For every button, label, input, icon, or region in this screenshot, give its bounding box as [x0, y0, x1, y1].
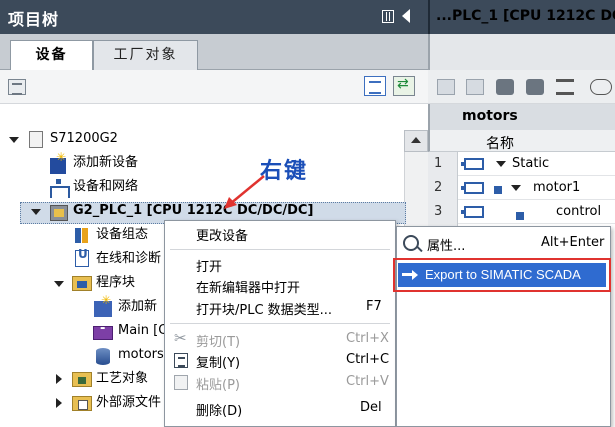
- menu-item-paste[interactable]: 粘贴(P): [196, 374, 240, 393]
- bool-icon: [516, 212, 524, 220]
- tree-item-motors[interactable]: motors: [118, 343, 164, 367]
- expand-external-sources-icon[interactable]: [54, 391, 66, 415]
- submenu: [396, 226, 611, 427]
- menu-item-export-label: Export to SIMATIC SCADA: [425, 267, 581, 282]
- cut-icon: [174, 329, 190, 348]
- program-blocks-folder-icon: [72, 276, 92, 291]
- tree-item-online-diag[interactable]: 在线和诊断: [96, 247, 161, 271]
- list-icon[interactable]: [556, 79, 574, 95]
- paste-icon: [174, 375, 188, 390]
- tree-item-program-blocks[interactable]: 程序块: [96, 271, 135, 295]
- scroll-up-button[interactable]: [404, 130, 428, 152]
- static-label: Static: [512, 156, 550, 171]
- block-title: motors: [462, 108, 518, 124]
- menu-item-properties[interactable]: 属性...: [427, 235, 465, 254]
- tree-item-main[interactable]: Main [O: [118, 319, 168, 343]
- project-icon: [29, 131, 43, 148]
- expand-program-blocks-icon[interactable]: [54, 272, 66, 296]
- tree-item-add-block[interactable]: 添加新: [118, 295, 157, 319]
- copy-icon: [174, 353, 188, 368]
- network-icon: [49, 179, 70, 198]
- menu-item-open-block[interactable]: 打开块/PLC 数据类型...: [196, 299, 332, 318]
- tree-item-add-device[interactable]: 添加新设备: [73, 151, 138, 175]
- row-number: 2: [434, 180, 443, 195]
- interface-icon: [461, 158, 484, 170]
- block-title-bar: [428, 104, 615, 130]
- properties-icon: [403, 235, 419, 251]
- expand-project-icon[interactable]: [9, 128, 21, 152]
- menu-shortcut: Ctrl+V: [346, 374, 389, 389]
- ob-block-icon: [93, 321, 113, 340]
- monitor-icon[interactable]: [496, 79, 514, 95]
- menu-separator: [170, 249, 390, 250]
- tree-item-device-config[interactable]: 设备组态: [96, 223, 148, 247]
- layout-toggle-icon[interactable]: [382, 10, 394, 23]
- tab-devices[interactable]: 设备: [10, 40, 93, 71]
- db-block-icon: [96, 348, 110, 365]
- external-sources-icon: [72, 396, 92, 411]
- technology-objects-icon: [72, 372, 92, 387]
- interface-icon: [461, 206, 484, 218]
- detail-view-icon[interactable]: [364, 76, 386, 96]
- menu-item-delete[interactable]: 删除(D): [196, 400, 242, 420]
- menu-item-cut[interactable]: 剪切(T): [196, 331, 240, 350]
- project-tree-title: 项目树: [8, 10, 60, 29]
- motor1-label: motor1: [533, 180, 581, 195]
- add-device-icon: [50, 150, 66, 174]
- glasses-icon[interactable]: [590, 79, 612, 95]
- tab-plant-objects[interactable]: 工厂对象: [93, 40, 198, 70]
- export-icon: [402, 267, 420, 283]
- editor-title: ...PLC_1 [CPU 1212C DC/: [436, 8, 615, 24]
- add-block-icon: [94, 293, 112, 317]
- collapse-panel-icon[interactable]: [402, 9, 410, 23]
- online-diagnostics-icon: [75, 247, 89, 267]
- expand-plc-icon[interactable]: [31, 200, 43, 224]
- expand-static-icon[interactable]: [496, 161, 506, 167]
- add-row-icon[interactable]: [466, 79, 484, 95]
- annotation-arrow: [224, 175, 265, 209]
- menu-item-copy[interactable]: 复制(Y): [196, 352, 240, 371]
- row-number: 3: [434, 204, 443, 219]
- tree-item-external-sources[interactable]: 外部源文件: [96, 391, 161, 415]
- struct-icon: [494, 186, 502, 194]
- overview-icon[interactable]: [8, 79, 26, 95]
- menu-separator: [170, 323, 390, 324]
- sync-icon[interactable]: [393, 76, 415, 96]
- grid-header: [428, 130, 615, 152]
- editor-strip: [428, 34, 615, 70]
- insert-row-icon[interactable]: [437, 79, 455, 95]
- plc-icon: [50, 205, 68, 221]
- menu-shortcut: Del: [360, 400, 382, 415]
- interface-icon: [461, 182, 484, 194]
- menu-shortcut: Ctrl+X: [346, 331, 389, 346]
- expand-motor1-icon[interactable]: [511, 185, 521, 191]
- menu-item-change-device[interactable]: 更改设备: [196, 225, 248, 244]
- expand-tech-objects-icon[interactable]: [54, 367, 66, 391]
- menu-item-open-new-editor[interactable]: 在新编辑器中打开: [196, 277, 300, 296]
- menu-shortcut: Ctrl+C: [346, 352, 390, 367]
- tree-item-devices-networks[interactable]: 设备和网络: [73, 175, 138, 199]
- tree-item-tech-objects[interactable]: 工艺对象: [96, 367, 148, 391]
- row-number: 1: [434, 156, 443, 171]
- snapshot-icon[interactable]: [526, 79, 544, 95]
- menu-shortcut: F7: [366, 299, 382, 314]
- tree-item-project[interactable]: S71200G2: [50, 127, 118, 151]
- control-label: control: [556, 204, 602, 219]
- menu-shortcut: Alt+Enter: [541, 235, 605, 250]
- menu-item-open[interactable]: 打开: [196, 256, 222, 275]
- project-tree-titlebar: [0, 0, 428, 34]
- column-header-name[interactable]: 名称: [486, 133, 514, 153]
- editor-toolbar: [428, 70, 615, 104]
- device-config-icon: [74, 227, 90, 245]
